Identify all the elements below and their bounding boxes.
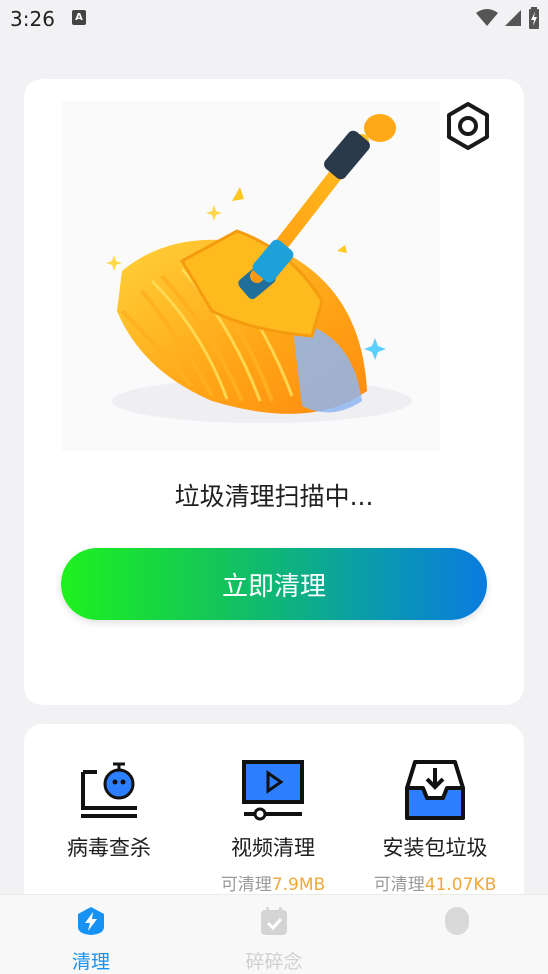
lightning-shield-icon (78, 907, 104, 935)
cleaner-card: 垃圾清理扫描中... 立即清理 (24, 79, 524, 705)
clean-now-button[interactable]: 立即清理 (61, 548, 487, 620)
cleanable-size-value: 7.9MB (271, 875, 326, 895)
scan-status-text: 垃圾清理扫描中... (174, 482, 374, 511)
nav-item-clean[interactable]: 清理 (31, 905, 151, 974)
cleanable-size-value: 41.07KB (424, 875, 497, 895)
pill-icon (445, 907, 469, 935)
video-clean-tool[interactable]: 视频清理 可清理7.9MB (188, 758, 358, 895)
signal-icon (505, 10, 521, 26)
video-play-icon (242, 760, 304, 821)
status-time: 3:26 (10, 7, 55, 31)
nav-item-extra[interactable] (397, 905, 517, 947)
calendar-check-icon (261, 907, 287, 935)
broom-illustration (62, 101, 440, 451)
battery-icon (529, 7, 539, 29)
virus-scan-icon (81, 762, 137, 818)
cleanable-size: 可清理41.07KB (350, 870, 520, 895)
status-indicators (476, 7, 540, 29)
notification-icon: A (72, 10, 86, 25)
nav-item-notes[interactable]: 碎碎念 (214, 905, 334, 974)
bottom-nav: 清理 碎碎念 (0, 894, 548, 974)
nav-label: 清理 (71, 951, 110, 973)
tool-label: 视频清理 (231, 836, 315, 860)
settings-icon[interactable] (444, 101, 492, 151)
cleanable-prefix: 可清理 (373, 875, 425, 895)
virus-scan-tool[interactable]: 病毒查杀 (24, 758, 194, 862)
status-bar: 3:26 A (0, 0, 548, 38)
apk-junk-tool[interactable]: 安装包垃圾 可清理41.07KB (350, 758, 520, 895)
nav-label: 碎碎念 (245, 951, 303, 973)
tool-label: 安装包垃圾 (382, 836, 488, 860)
cleanable-size: 可清理7.9MB (188, 870, 358, 895)
cleanable-prefix: 可清理 (220, 875, 272, 895)
wifi-icon (476, 9, 498, 26)
tool-label: 病毒查杀 (67, 836, 151, 860)
inbox-download-icon (405, 760, 465, 820)
